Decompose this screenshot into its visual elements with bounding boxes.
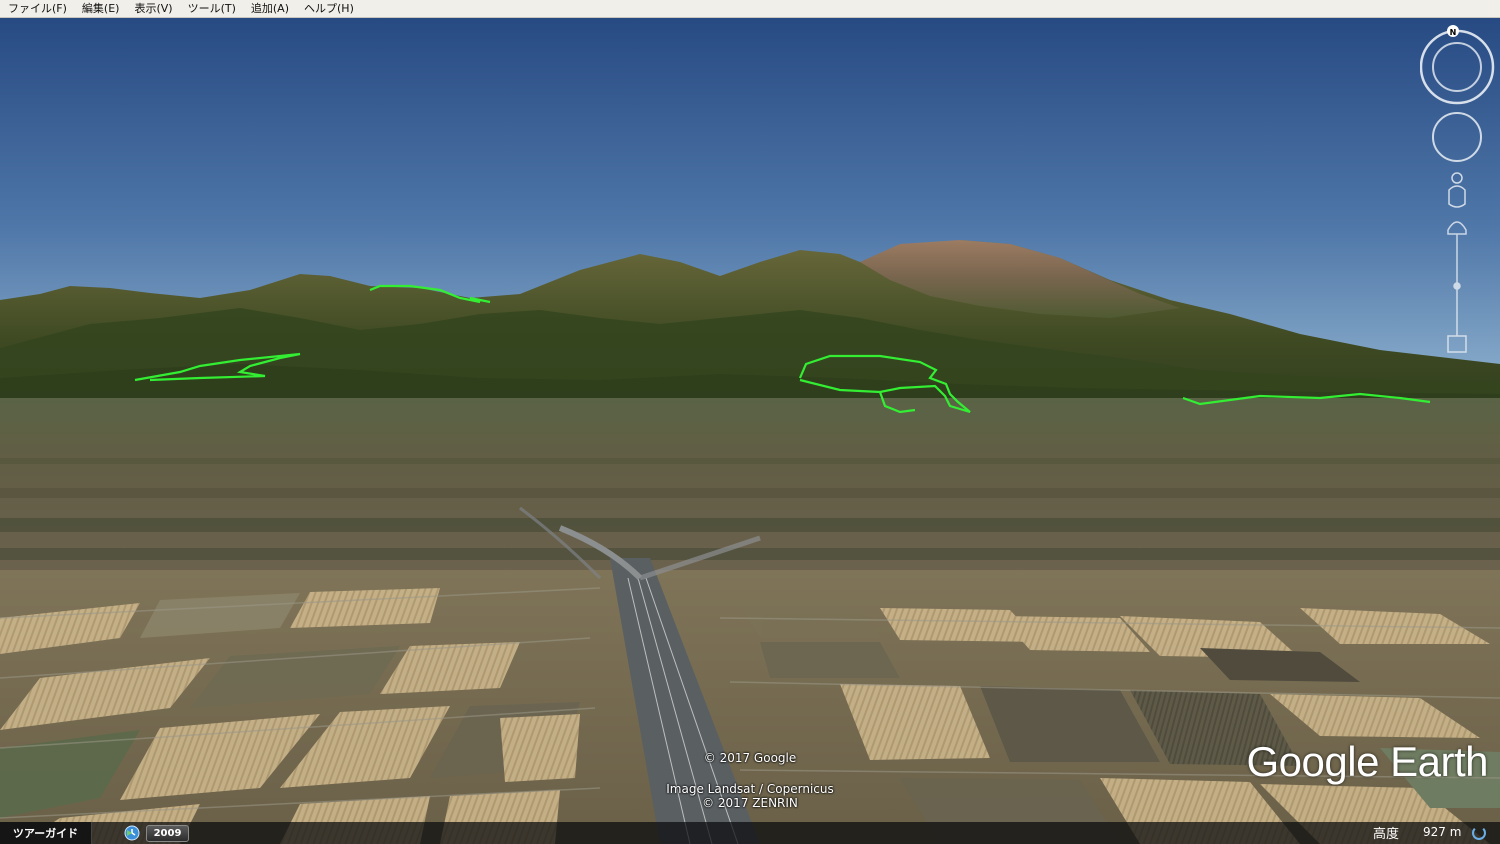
- loading-spinner-icon: [1472, 826, 1486, 840]
- terrain-scene: [0, 18, 1500, 844]
- pegman-icon[interactable]: [1448, 172, 1466, 208]
- compass-ring-icon[interactable]: N: [1420, 25, 1495, 105]
- altitude-label: 高度: [1373, 827, 1400, 842]
- earth-3d-view[interactable]: N © 2017 Google Image Landsat / Copernic…: [0, 18, 1500, 844]
- tour-guide-button[interactable]: ツアーガイド: [0, 822, 92, 844]
- look-joystick-icon[interactable]: [1432, 112, 1482, 162]
- menu-add[interactable]: 追加(A): [243, 0, 296, 17]
- imagery-year-badge[interactable]: 2009: [146, 825, 189, 842]
- menu-bar: ファイル(F) 編集(E) 表示(V) ツール(T) 追加(A) ヘルプ(H): [0, 0, 1500, 18]
- altitude-value: 927 m: [1423, 825, 1462, 839]
- credit-google: © 2017 Google: [703, 751, 797, 765]
- menu-help[interactable]: ヘルプ(H): [296, 0, 361, 17]
- menu-view[interactable]: 表示(V): [126, 0, 179, 17]
- compass-north-label: N: [1450, 28, 1457, 37]
- menu-file[interactable]: ファイル(F): [0, 0, 74, 17]
- navigation-controls: N: [1420, 25, 1495, 353]
- google-earth-logo: Google Earth: [1246, 738, 1489, 785]
- status-bar: [0, 822, 1500, 844]
- menu-edit[interactable]: 編集(E): [74, 0, 127, 17]
- clock-history-icon[interactable]: [124, 825, 140, 841]
- zoom-slider-icon[interactable]: [1447, 221, 1467, 353]
- credit-zenrin: © 2017 ZENRIN: [702, 796, 798, 810]
- credit-imagery: Image Landsat / Copernicus: [666, 782, 834, 796]
- menu-tools[interactable]: ツール(T): [180, 0, 243, 17]
